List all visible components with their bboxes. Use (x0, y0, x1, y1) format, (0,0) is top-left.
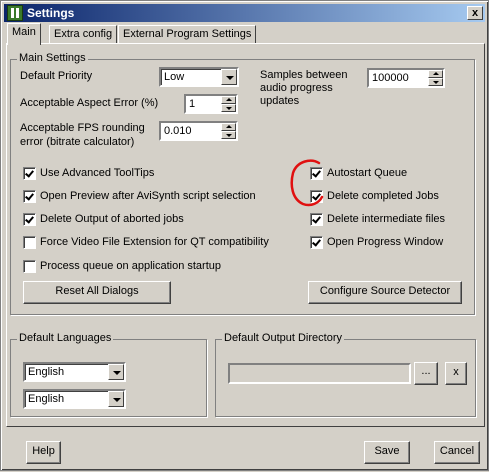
samples-value: 100000 (372, 72, 409, 84)
reset-all-dialogs-button[interactable]: Reset All Dialogs (23, 281, 171, 304)
fps-rounding-value: 0.010 (164, 125, 192, 137)
chevron-down-icon[interactable] (108, 364, 124, 380)
checkbox-label: Process queue on application startup (40, 260, 222, 272)
help-button[interactable]: Help (26, 441, 61, 464)
save-button[interactable]: Save (364, 441, 410, 464)
checkbox-label: Autostart Queue (327, 167, 408, 179)
checkbox-unchecked-icon[interactable] (23, 236, 36, 249)
browse-button[interactable]: ... (414, 362, 438, 385)
checkbox-checked-icon[interactable] (23, 213, 36, 226)
fps-rounding-spinner[interactable]: 0.010 (159, 121, 238, 141)
checkbox-label: Delete intermediate files (327, 213, 446, 225)
checkbox-label: Force Video File Extension for QT compat… (40, 236, 269, 248)
aspect-error-value: 1 (189, 98, 196, 110)
default-priority-select[interactable]: Low (159, 67, 239, 87)
default-priority-value: Low (164, 71, 185, 83)
checkbox-checked-icon[interactable] (310, 213, 323, 226)
language-1-value: English (28, 366, 65, 378)
samples-label-line3: updates (260, 95, 300, 107)
samples-spinner[interactable]: 100000 (367, 68, 445, 88)
aspect-error-spinner[interactable]: 1 (184, 94, 238, 114)
spin-down-icon[interactable] (428, 78, 443, 86)
configure-source-detector-button[interactable]: Configure Source Detector (308, 281, 462, 304)
spin-up-icon[interactable] (221, 123, 236, 131)
fps-rounding-label-line1: Acceptable FPS rounding (20, 122, 145, 134)
spin-down-icon[interactable] (221, 131, 236, 139)
checkbox-unchecked-icon[interactable] (23, 260, 36, 273)
output-directory-input[interactable] (228, 363, 411, 384)
language-select-2[interactable]: English (23, 389, 126, 409)
aspect-error-label: Acceptable Aspect Error (%) (20, 97, 159, 109)
checkbox-label: Open Preview after AviSynth script selec… (40, 190, 256, 202)
spin-down-icon[interactable] (221, 104, 236, 112)
spin-up-icon[interactable] (221, 96, 236, 104)
samples-label-line2: audio progress (260, 82, 333, 94)
settings-window: Settings x Main Extra config External Pr… (0, 0, 489, 471)
samples-label-line1: Samples between (260, 69, 348, 81)
checkbox-label: Delete Output of aborted jobs (40, 213, 184, 225)
default-output-directory-legend: Default Output Directory (222, 332, 344, 344)
default-languages-legend: Default Languages (17, 332, 114, 344)
checkbox-label: Use Advanced ToolTips (40, 167, 155, 179)
checkbox-checked-icon[interactable] (310, 190, 323, 203)
checkbox-checked-icon[interactable] (23, 167, 36, 180)
checkbox-label: Open Progress Window (327, 236, 444, 248)
checkbox-checked-icon[interactable] (23, 190, 36, 203)
chevron-down-icon[interactable] (108, 391, 124, 407)
cancel-button[interactable]: Cancel (434, 441, 480, 464)
fps-rounding-label-line2: error (bitrate calculator) (20, 136, 135, 148)
language-2-value: English (28, 393, 65, 405)
checkbox-checked-icon[interactable] (310, 236, 323, 249)
spin-up-icon[interactable] (428, 70, 443, 78)
chevron-down-icon[interactable] (221, 69, 237, 85)
language-select-1[interactable]: English (23, 362, 126, 382)
checkbox-label: Delete completed Jobs (327, 190, 439, 202)
clear-directory-button[interactable]: x (445, 362, 467, 385)
checkbox-checked-icon[interactable] (310, 167, 323, 180)
default-priority-label: Default Priority (20, 70, 93, 82)
